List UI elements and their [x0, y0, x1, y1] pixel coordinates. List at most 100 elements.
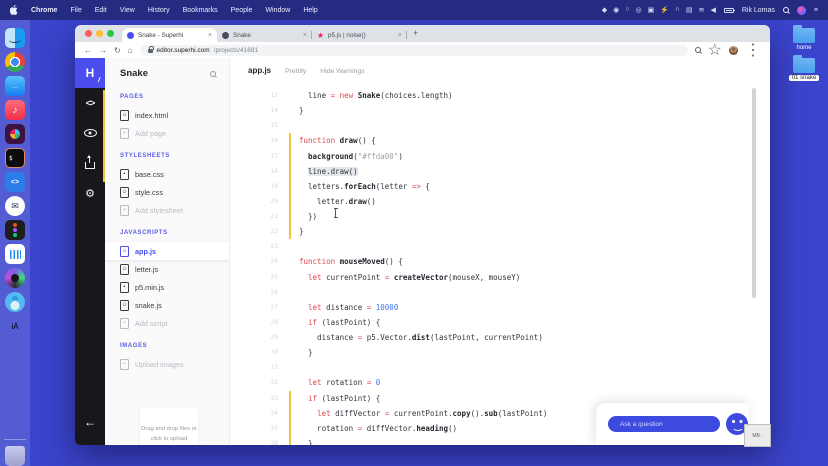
sidebar-item-label: index.html [135, 110, 169, 120]
browser-tab-1[interactable]: Snake - Superhi × [122, 28, 217, 42]
bookmark-star-icon[interactable]: ☆ [708, 40, 722, 60]
action-hide-warnings[interactable]: Hide Warnings [320, 68, 364, 75]
settings-gear-icon[interactable]: ⚙ [75, 178, 105, 208]
chrome-dock-icon[interactable] [5, 52, 25, 72]
zoom-page-icon[interactable] [694, 47, 701, 53]
display-status-icon[interactable]: ▤ [686, 6, 693, 14]
spotlight-icon[interactable] [782, 7, 789, 13]
change-bar [288, 405, 299, 421]
code-text: function mouseMoved() { [299, 257, 403, 267]
messages-dock-icon[interactable]: … [5, 76, 25, 96]
intercom-widget: Ask a question [596, 403, 749, 445]
menu-item-window[interactable]: Window [265, 7, 290, 14]
background-window-edge[interactable]: MB : [744, 424, 771, 447]
menu-item-chrome[interactable]: Chrome [31, 7, 57, 14]
menu-item-people[interactable]: People [231, 7, 253, 14]
camera-status-icon[interactable]: ▣ [648, 6, 655, 14]
zoom-window-button[interactable] [107, 30, 114, 37]
battery-icon[interactable] [723, 7, 735, 13]
figma-dock-icon[interactable] [5, 220, 25, 240]
desktop-folder-home[interactable]: home [784, 25, 824, 51]
menu-item-view[interactable]: View [120, 7, 135, 14]
menu-item-history[interactable]: History [148, 7, 170, 14]
change-bar [288, 239, 299, 254]
back-arrow-button[interactable]: ← [75, 415, 105, 429]
code-text: } [299, 227, 304, 237]
siri-icon[interactable] [796, 5, 806, 15]
sidebar-item-index-html[interactable]: ☺ index.html [105, 106, 229, 124]
secure-lock-icon[interactable] [147, 46, 154, 53]
sidebar-item-app-js[interactable]: ☺ app.js [105, 242, 229, 260]
folder-label: home [796, 45, 812, 51]
browser-tab-2[interactable]: Snake × [217, 28, 312, 42]
menu-item-file[interactable]: File [70, 7, 81, 14]
code-editor[interactable]: app.js Prettify Hide Warnings 13 line = n… [230, 58, 770, 445]
target-status-icon[interactable]: ◎ [635, 6, 641, 14]
home-button[interactable]: ⌂ [128, 46, 133, 55]
circle-status-icon[interactable]: ○ [625, 6, 629, 14]
close-window-button[interactable] [85, 30, 92, 37]
back-button[interactable]: ← [84, 46, 92, 55]
wifi-status-icon[interactable]: ≋ [699, 6, 705, 14]
change-bar [288, 118, 299, 133]
vscode-dock-icon[interactable]: <> [5, 172, 25, 192]
sidebar-item-upload-images[interactable]: + Upload images [105, 355, 229, 373]
slack-dock-icon[interactable] [5, 124, 25, 144]
browser-menu-icon[interactable]: ⋮ [745, 40, 761, 60]
volume-status-icon[interactable]: ◀ [710, 6, 715, 14]
reload-button[interactable]: ↻ [114, 46, 121, 55]
code-view-icon[interactable]: <> [75, 88, 105, 118]
menubar-username[interactable]: Rik Lomas [742, 7, 775, 14]
terminal-dock-icon[interactable]: $ [5, 148, 25, 168]
tab-close-icon[interactable]: × [398, 32, 402, 39]
sidebar-item-style-css[interactable]: ☺ style.css [105, 183, 229, 201]
file-dropzone[interactable]: Drag and drop files or click to upload [140, 408, 198, 445]
ask-question-button[interactable]: Ask a question [608, 416, 720, 432]
browser-tab-3[interactable]: ★ p5.js | noise() × [312, 28, 407, 42]
finder-dock-icon[interactable] [5, 28, 25, 48]
lock-file-icon: ▪ [120, 281, 129, 293]
ia-writer-dock-icon[interactable]: iA [5, 316, 25, 336]
apple-menu-icon[interactable] [10, 4, 19, 16]
editor-scrollbar[interactable] [752, 88, 756, 298]
sidebar-item-add-stylesheet[interactable]: + Add stylesheet [105, 201, 229, 219]
tab-close-icon[interactable]: × [303, 32, 307, 39]
sidebar-item-letter-js[interactable]: ☺ letter.js [105, 260, 229, 278]
sidebar-item-add-page[interactable]: + Add page [105, 124, 229, 142]
tab-title: p5.js | noise() [328, 31, 366, 39]
line-number: 32 [270, 379, 278, 387]
url-bar[interactable]: editor.superhi.com/projects/41691 [139, 44, 688, 56]
action-prettify[interactable]: Prettify [285, 68, 306, 75]
sidebar-item-add-script[interactable]: + Add script [105, 314, 229, 332]
search-icon[interactable] [210, 70, 216, 77]
menu-item-help[interactable]: Help [303, 7, 317, 14]
menu-item-bookmarks[interactable]: Bookmarks [183, 7, 218, 14]
music-dock-icon[interactable]: ♪ [5, 100, 25, 120]
add-file-icon: + [120, 358, 129, 370]
sidebar-item-snake-js[interactable]: ☺ snake.js [105, 296, 229, 314]
share-upload-icon[interactable] [75, 148, 105, 178]
tab-strip: Snake - Superhi × Snake × ★ p5.js | noise() × … [75, 25, 770, 42]
twitter-dock-icon[interactable] [5, 292, 25, 312]
forward-button[interactable]: → [99, 46, 107, 55]
desktop-folder-01-snake[interactable]: 01 snake [784, 55, 824, 81]
profile-avatar[interactable] [729, 45, 738, 55]
preview-eye-icon[interactable] [75, 118, 105, 148]
line-number: 15 [270, 122, 278, 130]
mail-dock-icon[interactable]: ✉ [5, 196, 25, 216]
audio-status-icon[interactable]: ∩ [675, 6, 680, 14]
sidebar-item-p5-min-js[interactable]: ▪ p5.min.js [105, 278, 229, 296]
record-status-icon[interactable]: ◉ [613, 6, 619, 14]
intercom-dock-icon[interactable] [5, 244, 25, 264]
menu-item-edit[interactable]: Edit [95, 7, 107, 14]
new-tab-button[interactable]: + [413, 28, 418, 38]
bolt-status-icon[interactable]: ⚡ [660, 6, 669, 14]
minimize-window-button[interactable] [96, 30, 103, 37]
trash-dock-icon[interactable] [5, 446, 25, 466]
tab-close-icon[interactable]: × [208, 32, 212, 39]
notification-center-icon[interactable]: ≡ [814, 7, 818, 14]
screenflow-dock-icon[interactable] [5, 268, 25, 288]
superhi-logo[interactable]: H / [75, 58, 105, 88]
sidebar-item-base-css[interactable]: ▪ base.css [105, 165, 229, 183]
shield-status-icon[interactable]: ◆ [602, 6, 607, 14]
